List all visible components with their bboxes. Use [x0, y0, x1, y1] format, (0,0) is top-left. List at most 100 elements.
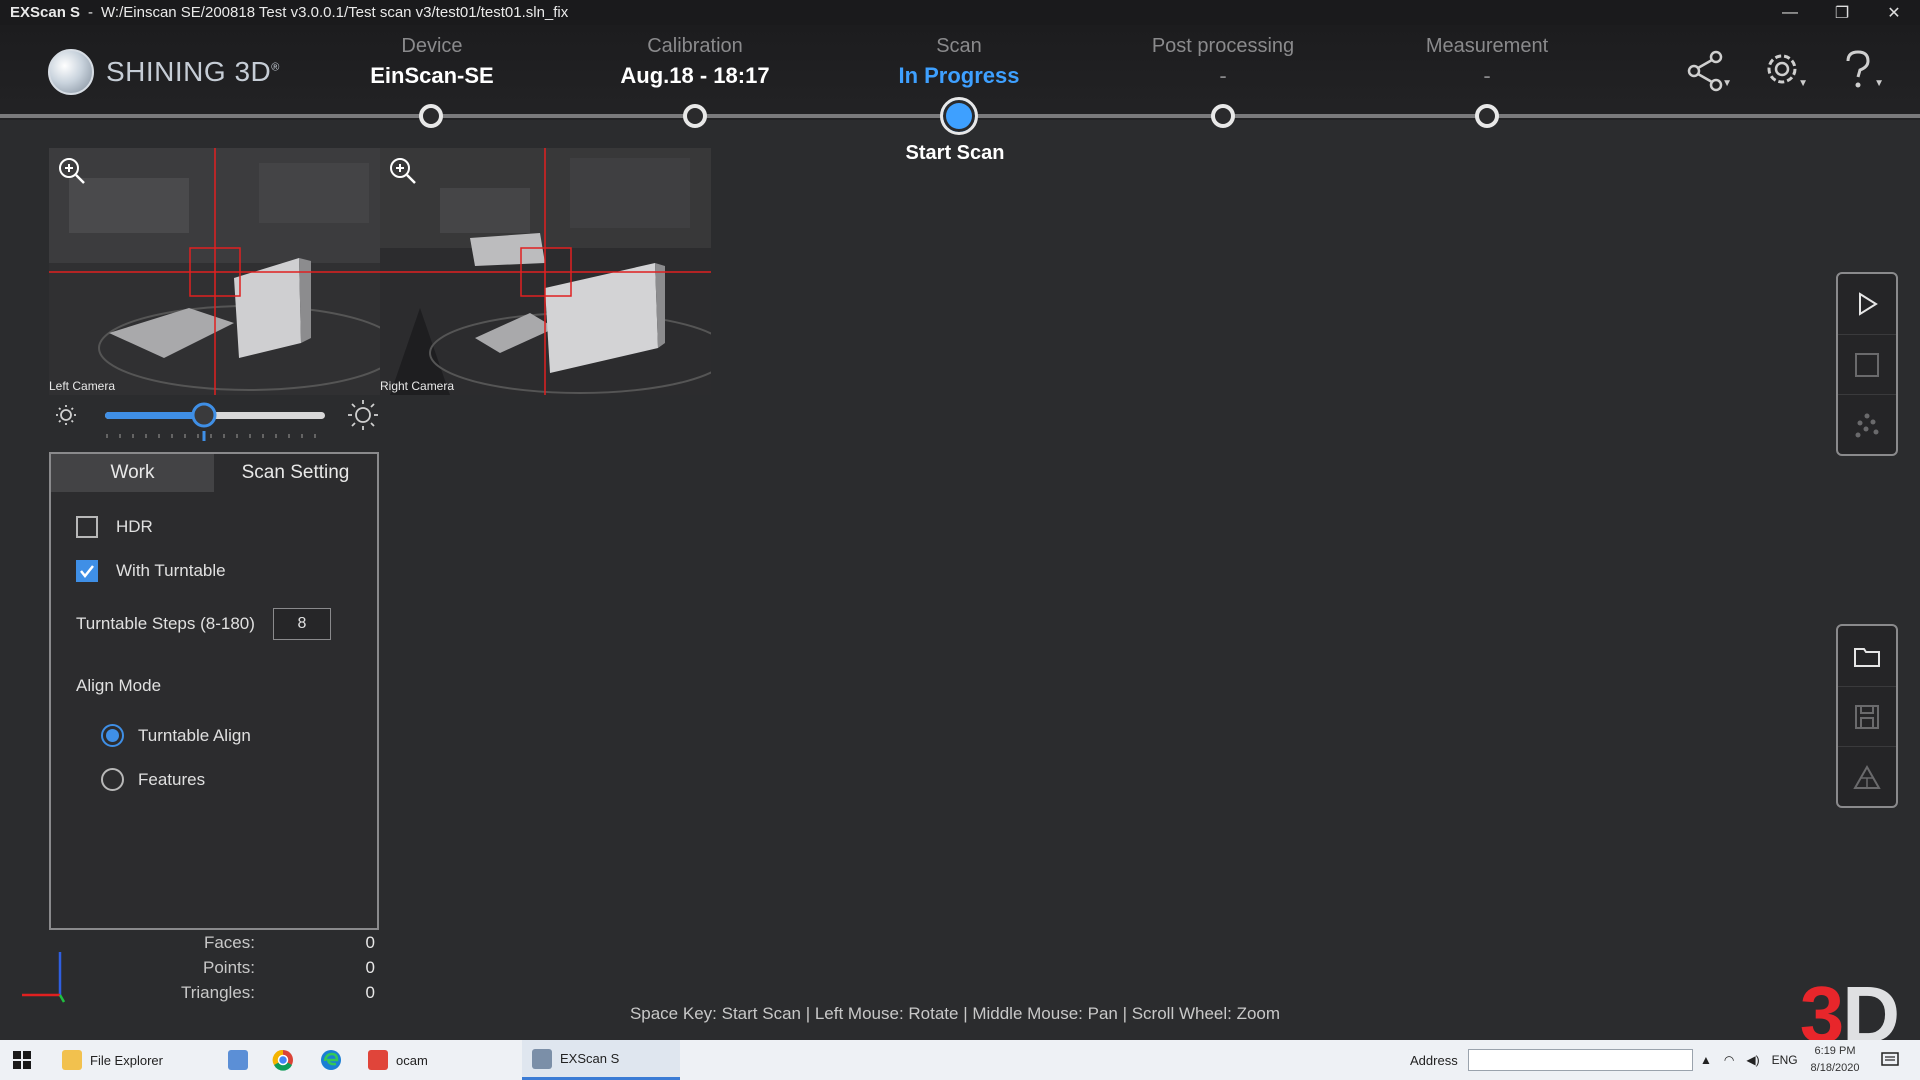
address-toolbar: Address [1410, 1040, 1693, 1080]
turntable-align-radio[interactable] [101, 724, 124, 747]
stat-label: Triangles: [180, 982, 255, 1002]
mesh-icon [1853, 764, 1881, 789]
progress-node-calibration[interactable] [683, 104, 707, 128]
window-path: W:/Einscan SE/200818 Test v3.0.0.1/Test … [101, 4, 569, 21]
exposure-slider-fill [105, 412, 204, 419]
brightness-high-icon [348, 400, 378, 430]
taskbar-exscan[interactable]: EXScan S [522, 1040, 680, 1080]
tab-work[interactable]: Work [51, 454, 214, 492]
axis-gizmo-icon [18, 950, 68, 1005]
file-toolbar [1836, 624, 1898, 808]
step-title: Scan [936, 35, 982, 57]
windows-taskbar: File Explorer ocam EXScan S Address ▲ ◠ … [0, 1040, 1920, 1080]
select-region-button[interactable] [1838, 334, 1896, 394]
hdr-option[interactable]: HDR [76, 516, 153, 538]
help-icon[interactable]: ▼ [1836, 47, 1884, 95]
taskbar-file-explorer[interactable]: File Explorer [62, 1040, 163, 1080]
save-icon [1855, 704, 1879, 729]
zoom-in-icon[interactable] [388, 156, 418, 186]
minimize-button[interactable]: — [1764, 0, 1816, 25]
window-controls: — ❐ ✕ [1764, 0, 1920, 25]
stat-label: Faces: [203, 932, 255, 952]
shining3d-logo: SHINING 3D® [48, 49, 280, 95]
with-turntable-checkbox[interactable] [76, 560, 98, 582]
close-button[interactable]: ✕ [1868, 0, 1920, 25]
taskbar-app-label: File Explorer [90, 1052, 163, 1068]
step-calibration[interactable]: Calibration Aug.18 - 18:17 [575, 35, 815, 89]
language-indicator[interactable]: ENG [1772, 1053, 1798, 1067]
point-cloud-button[interactable] [1838, 394, 1896, 454]
taskbar-clock[interactable]: 6:19 PM 8/18/2020 [1800, 1043, 1870, 1077]
play-scan-button[interactable] [1838, 274, 1896, 334]
folder-icon [62, 1050, 82, 1070]
windows-icon [13, 1051, 31, 1069]
brightness-low-icon [56, 405, 76, 425]
notification-icon [1881, 1052, 1899, 1066]
stat-triangles: Triangles: 0 [150, 980, 375, 1005]
turntable-steps-row: Turntable Steps (8-180) 8 [76, 608, 331, 640]
zoom-in-icon[interactable] [57, 156, 87, 186]
clock-time: 6:19 PM [1814, 1045, 1856, 1057]
system-tray: ▲ ◠ ◀) ENG [1700, 1040, 1798, 1080]
start-scan-label[interactable]: Start Scan [880, 142, 1030, 165]
hdr-checkbox[interactable] [76, 516, 98, 538]
restore-button[interactable]: ❐ [1816, 0, 1868, 25]
step-value: In Progress [898, 63, 1020, 88]
step-measurement[interactable]: Measurement - [1367, 35, 1607, 89]
taskbar-app-files[interactable] [228, 1040, 256, 1080]
exposure-slider-thumb[interactable] [191, 402, 217, 428]
step-title: Measurement [1425, 35, 1549, 57]
taskbar-ocam[interactable]: ocam [368, 1040, 428, 1080]
chevron-down-icon: ▼ [1722, 78, 1732, 89]
stat-faces: Faces: 0 [150, 930, 375, 955]
taskbar-chrome[interactable] [272, 1040, 294, 1080]
select-region-icon [1855, 352, 1879, 377]
step-value: Aug.18 - 18:17 [620, 63, 770, 88]
scan-toolbar [1836, 272, 1898, 456]
taskbar-app-label: EXScan S [560, 1051, 620, 1066]
step-post-processing[interactable]: Post processing - [1103, 35, 1343, 89]
document-icon [228, 1050, 248, 1070]
brand-name: SHINING 3D [106, 56, 272, 87]
turntable-steps-input[interactable]: 8 [272, 608, 331, 640]
features-option[interactable]: Features [101, 768, 205, 791]
address-input[interactable] [1467, 1049, 1693, 1071]
edge-icon [321, 1050, 341, 1070]
network-icon[interactable]: ◠ [1724, 1053, 1734, 1067]
taskbar-edge[interactable] [320, 1040, 342, 1080]
open-folder-button[interactable] [1838, 626, 1896, 686]
chevron-up-icon[interactable]: ▲ [1700, 1053, 1712, 1067]
left-camera-view[interactable]: Left Camera [49, 148, 380, 395]
stat-value: 0 [365, 932, 375, 952]
progress-node-scan[interactable] [940, 97, 978, 135]
step-title: Calibration [647, 35, 743, 57]
left-camera-label: Left Camera [49, 379, 116, 393]
notifications-button[interactable] [1880, 1040, 1900, 1080]
with-turntable-option[interactable]: With Turntable [76, 560, 226, 582]
share-icon[interactable]: ▼ [1684, 47, 1732, 95]
save-button[interactable] [1838, 686, 1896, 746]
turntable-align-option[interactable]: Turntable Align [101, 724, 251, 747]
step-title: Device [401, 35, 463, 57]
chevron-down-icon: ▼ [1874, 78, 1884, 89]
start-button[interactable] [12, 1040, 32, 1080]
clock-date: 8/18/2020 [1810, 1062, 1860, 1074]
right-camera-view[interactable]: Right Camera [380, 148, 711, 395]
hdr-label: HDR [116, 517, 153, 536]
play-icon [1859, 292, 1878, 316]
progress-node-post-processing[interactable] [1211, 104, 1235, 128]
step-scan[interactable]: Scan In Progress [839, 35, 1079, 89]
features-radio[interactable] [101, 768, 124, 791]
mesh-button[interactable] [1838, 746, 1896, 806]
progress-node-measurement[interactable] [1475, 104, 1499, 128]
step-device[interactable]: Device EinScan-SE [312, 35, 552, 89]
settings-icon[interactable]: ▼ [1760, 47, 1808, 95]
step-value: EinScan-SE [370, 63, 494, 88]
address-label: Address [1410, 1052, 1458, 1068]
progress-node-device[interactable] [419, 104, 443, 128]
volume-icon[interactable]: ◀) [1746, 1053, 1759, 1067]
stat-points: Points: 0 [150, 955, 375, 980]
step-value: - [1219, 63, 1227, 88]
slider-ticks [106, 434, 316, 438]
tab-scan-setting[interactable]: Scan Setting [214, 454, 377, 492]
